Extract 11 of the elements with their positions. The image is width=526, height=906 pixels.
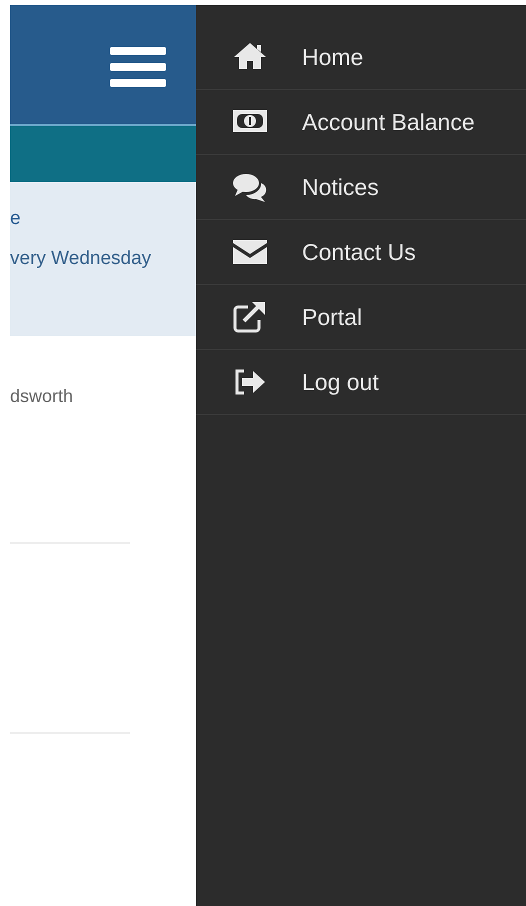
body-text: dsworth [10, 386, 74, 407]
menu-item[interactable]: Home [196, 25, 526, 90]
menu-icon[interactable] [110, 47, 166, 87]
card-text: very Wednesday [10, 247, 152, 271]
menu-item[interactable]: Account Balance [196, 90, 526, 155]
menu-item[interactable]: Log out [196, 350, 526, 415]
menu-item[interactable]: Contact Us [196, 220, 526, 285]
menu-item[interactable]: Notices [196, 155, 526, 220]
card-title: e [10, 207, 21, 231]
external-link-icon [232, 299, 268, 335]
menu-item[interactable]: Portal [196, 285, 526, 350]
